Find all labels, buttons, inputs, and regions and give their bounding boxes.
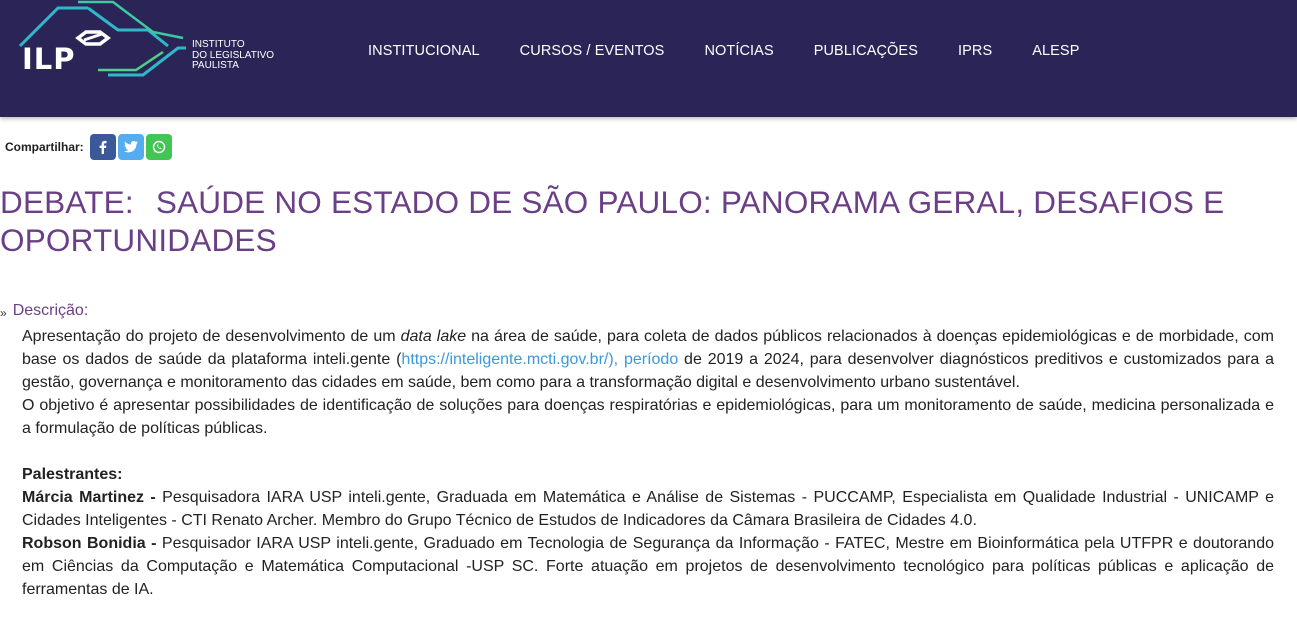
description-paragraph-2: O objetivo é apresentar possibilidades d… [22,397,1274,437]
ilp-logo[interactable]: ILP INSTITUTO DO LEGISLATIVO PAULISTA [18,0,278,82]
speaker-bio: Pesquisador IARA USP inteli.gente, Gradu… [22,535,1275,598]
facebook-icon [99,140,107,154]
nav-alesp[interactable]: ALESP [1032,43,1079,59]
speaker-bio: Pesquisadora IARA USP inteli.gente, Grad… [22,489,1275,529]
title-text: SAÚDE NO ESTADO DE SÃO PAULO: PANORAMA G… [0,184,1225,258]
logo-institute-name: INSTITUTO DO LEGISLATIVO PAULISTA [192,39,275,71]
nav-institucional[interactable]: INSTITUCIONAL [368,43,480,59]
main-nav: INSTITUCIONAL CURSOS / EVENTOS NOTÍCIAS … [368,43,1119,59]
share-twitter-button[interactable] [117,134,144,160]
description-label: Descrição: [12,302,89,319]
nav-publicacoes[interactable]: PUBLICAÇÕES [814,43,918,59]
page-title: DEBATE: SAÚDE NO ESTADO DE SÃO PAULO: PAN… [0,183,1280,259]
speaker-name: Márcia Martinez - [22,489,156,506]
site-header: ILP INSTITUTO DO LEGISLATIVO PAULISTA IN… [0,0,1297,117]
share-whatsapp-button[interactable] [145,134,172,160]
nav-noticias[interactable]: NOTÍCIAS [704,43,773,59]
speaker-name: Robson Bonidia - [22,535,157,552]
inteligente-link[interactable]: https://inteligente.mcti.gov.br/), perío… [401,351,678,368]
data-lake-term: data lake [400,328,467,345]
speaker-item: Robson Bonidia - Pesquisador IARA USP in… [22,532,1274,601]
nav-cursos-eventos[interactable]: CURSOS / EVENTOS [520,43,665,59]
whatsapp-icon [152,140,165,154]
nav-iprs[interactable]: IPRS [958,43,992,59]
share-label: Compartilhar: [5,140,84,154]
share-facebook-button[interactable] [89,134,116,160]
title-prefix: DEBATE: [0,184,134,220]
double-chevron-right-icon: » [0,306,7,320]
speaker-item: Márcia Martinez - Pesquisadora IARA USP … [22,486,1274,532]
description-body: Apresentação do projeto de desenvolvimen… [22,325,1274,601]
share-bar: Compartilhar: [5,134,174,160]
twitter-icon [123,141,138,153]
logo-abbreviation: ILP [22,42,76,76]
description-heading: » Descrição: [0,302,88,320]
description-paragraph-1: Apresentação do projeto de desenvolvimen… [22,328,1275,391]
speakers-heading: Palestrantes: [22,466,123,483]
